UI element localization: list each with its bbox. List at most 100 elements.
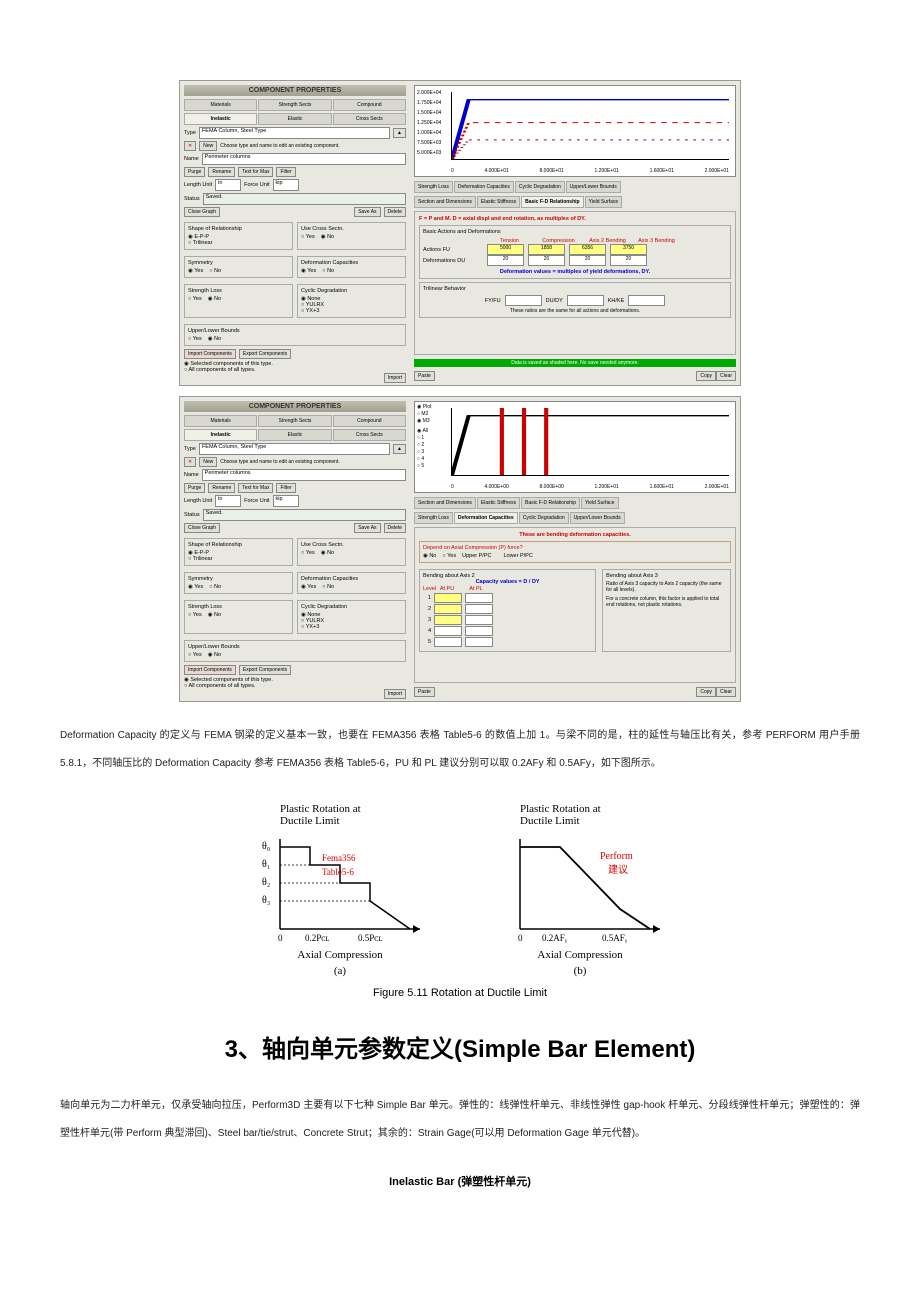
radio-defcap-yes[interactable]: ◉ Yes bbox=[301, 268, 316, 274]
x-icon[interactable]: ✕ bbox=[184, 141, 196, 151]
close-graph-button[interactable]: Close Graph bbox=[184, 207, 220, 217]
import-action-button[interactable]: Import bbox=[384, 373, 406, 383]
radio-ul-yes[interactable]: ○ Yes bbox=[188, 336, 202, 342]
radio-cyc-yx3[interactable]: ○ YX+3 bbox=[301, 624, 319, 630]
du-compression[interactable]: 20 bbox=[528, 255, 565, 266]
fu-axis3[interactable]: 3750 bbox=[610, 244, 647, 255]
delete-button[interactable]: Delete bbox=[384, 523, 406, 533]
radio-sym-no[interactable]: ○ No bbox=[209, 268, 221, 274]
tab-strength-loss[interactable]: Strength Loss bbox=[414, 181, 453, 193]
radio-trilinear[interactable]: ○ Trilinear bbox=[188, 240, 212, 246]
tab-section-dimensions[interactable]: Section and Dimensions bbox=[414, 196, 476, 208]
du-axis2[interactable]: 20 bbox=[569, 255, 606, 266]
du-axis3[interactable]: 20 bbox=[610, 255, 647, 266]
tab-inelastic[interactable]: Inelastic bbox=[184, 429, 257, 441]
fu-tension[interactable]: 5000 bbox=[487, 244, 524, 255]
radio-sym-no[interactable]: ○ No bbox=[209, 584, 221, 590]
cap-2-pu[interactable] bbox=[434, 604, 462, 614]
radio-ul-no[interactable]: ◉ No bbox=[208, 652, 221, 658]
tab-basic-fd[interactable]: Basic F-D Relationship bbox=[521, 196, 583, 208]
type-up-icon[interactable]: ▲ bbox=[393, 444, 406, 454]
tab-inelastic[interactable]: Inelastic bbox=[184, 113, 257, 125]
tab-elastic-stiffness[interactable]: Elastic Stiffness bbox=[477, 497, 520, 509]
delete-button[interactable]: Delete bbox=[384, 207, 406, 217]
cap-4-pl[interactable] bbox=[465, 626, 493, 636]
close-graph-button[interactable]: Close Graph bbox=[184, 523, 220, 533]
cap-1-pu[interactable] bbox=[434, 593, 462, 603]
tab-deformation-capacities[interactable]: Deformation Capacities bbox=[454, 512, 518, 524]
cap-3-pl[interactable] bbox=[465, 615, 493, 625]
radio-sym-yes[interactable]: ◉ Yes bbox=[188, 268, 203, 274]
tab-materials[interactable]: Materials bbox=[184, 99, 257, 111]
purge-button[interactable]: Purge bbox=[184, 483, 205, 493]
radio-trilinear[interactable]: ○ Trilinear bbox=[188, 556, 212, 562]
clear-button[interactable]: Clear bbox=[716, 687, 736, 697]
type-up-icon[interactable]: ▲ bbox=[393, 128, 406, 138]
cap-1-pl[interactable] bbox=[465, 593, 493, 603]
radio-usecross-no[interactable]: ◉ No bbox=[321, 550, 334, 556]
cap-4-pu[interactable] bbox=[434, 626, 462, 636]
radio-depend-no[interactable]: ◉ No bbox=[423, 553, 436, 559]
export-button[interactable]: Export Components bbox=[239, 665, 291, 675]
tab-section-dimensions[interactable]: Section and Dimensions bbox=[414, 497, 476, 509]
radio-depend-yes[interactable]: ○ Yes bbox=[442, 553, 456, 559]
tab-yield-surface[interactable]: Yield Surface bbox=[585, 196, 623, 208]
tab-compound[interactable]: Compound bbox=[333, 415, 406, 427]
import-action-button[interactable]: Import bbox=[384, 689, 406, 699]
rename-button[interactable]: Rename bbox=[208, 167, 235, 177]
tab-upper-lower-bounds[interactable]: Upper/Lower Bounds bbox=[570, 512, 625, 524]
tab-compound[interactable]: Compound bbox=[333, 99, 406, 111]
new-button[interactable]: New bbox=[199, 141, 217, 151]
radio-sl-yes[interactable]: ○ Yes bbox=[188, 612, 202, 618]
textmax-button[interactable]: Text for Max bbox=[238, 483, 273, 493]
cap-5-pu[interactable] bbox=[434, 637, 462, 647]
tab-upper-lower-bounds[interactable]: Upper/Lower Bounds bbox=[566, 181, 621, 193]
paste-button[interactable]: Paste bbox=[414, 687, 435, 697]
tab-cross-sects[interactable]: Cross Sects bbox=[333, 113, 406, 125]
radio-usecross-yes[interactable]: ○ Yes bbox=[301, 234, 315, 240]
tab-yield-surface[interactable]: Yield Surface bbox=[581, 497, 619, 509]
name-input[interactable]: Perimeter columns bbox=[202, 469, 406, 481]
tab-elastic[interactable]: Elastic bbox=[258, 113, 331, 125]
tab-strength-sects[interactable]: Strength Sects bbox=[258, 99, 331, 111]
tab-elastic-stiffness[interactable]: Elastic Stiffness bbox=[477, 196, 520, 208]
purge-button[interactable]: Purge bbox=[184, 167, 205, 177]
radio-import-all[interactable]: ○ All components of all types. bbox=[184, 367, 406, 373]
radio-usecross-no[interactable]: ◉ No bbox=[321, 234, 334, 240]
radio-sl-no[interactable]: ◉ No bbox=[208, 612, 221, 618]
tab-deformation-capacities[interactable]: Deformation Capacities bbox=[454, 181, 514, 193]
du-tension[interactable]: 20 bbox=[487, 255, 524, 266]
radio-defcap-no[interactable]: ○ No bbox=[322, 584, 334, 590]
export-button[interactable]: Export Components bbox=[239, 349, 291, 359]
fu-compression[interactable]: 1858 bbox=[528, 244, 565, 255]
tab-cross-sects[interactable]: Cross Sects bbox=[333, 429, 406, 441]
type-select[interactable]: FEMA Column, Steel Type bbox=[199, 127, 390, 139]
copy-button[interactable]: Copy bbox=[696, 371, 716, 381]
radio-cyc-yx3[interactable]: ○ YX+3 bbox=[301, 308, 319, 314]
filter-button[interactable]: Filter bbox=[276, 483, 295, 493]
filter-button[interactable]: Filter bbox=[276, 167, 295, 177]
radio-import-all[interactable]: ○ All components of all types. bbox=[184, 683, 406, 689]
radio-defcap-no[interactable]: ○ No bbox=[322, 268, 334, 274]
cap-2-pl[interactable] bbox=[465, 604, 493, 614]
radio-ul-yes[interactable]: ○ Yes bbox=[188, 652, 202, 658]
cap-5-pl[interactable] bbox=[465, 637, 493, 647]
fu-axis2[interactable]: 6356 bbox=[569, 244, 606, 255]
name-input[interactable]: Perimeter columns bbox=[202, 153, 406, 165]
radio-ul-no[interactable]: ◉ No bbox=[208, 336, 221, 342]
rename-button[interactable]: Rename bbox=[208, 483, 235, 493]
import-button[interactable]: Import Components bbox=[184, 665, 236, 675]
type-select[interactable]: FEMA Column, Steel Type bbox=[199, 443, 390, 455]
kh-ke[interactable] bbox=[628, 295, 665, 306]
tab-basic-fd[interactable]: Basic F-D Relationship bbox=[521, 497, 580, 509]
copy-button[interactable]: Copy bbox=[696, 687, 716, 697]
tab-strength-sects[interactable]: Strength Sects bbox=[258, 415, 331, 427]
new-button[interactable]: New bbox=[199, 457, 217, 467]
du-dy[interactable] bbox=[567, 295, 604, 306]
radio-defcap-yes[interactable]: ◉ Yes bbox=[301, 584, 316, 590]
textmax-button[interactable]: Text for Max bbox=[238, 167, 273, 177]
radio-usecross-yes[interactable]: ○ Yes bbox=[301, 550, 315, 556]
cap-3-pu[interactable] bbox=[434, 615, 462, 625]
radio-sym-yes[interactable]: ◉ Yes bbox=[188, 584, 203, 590]
radio-sl-yes[interactable]: ○ Yes bbox=[188, 296, 202, 302]
